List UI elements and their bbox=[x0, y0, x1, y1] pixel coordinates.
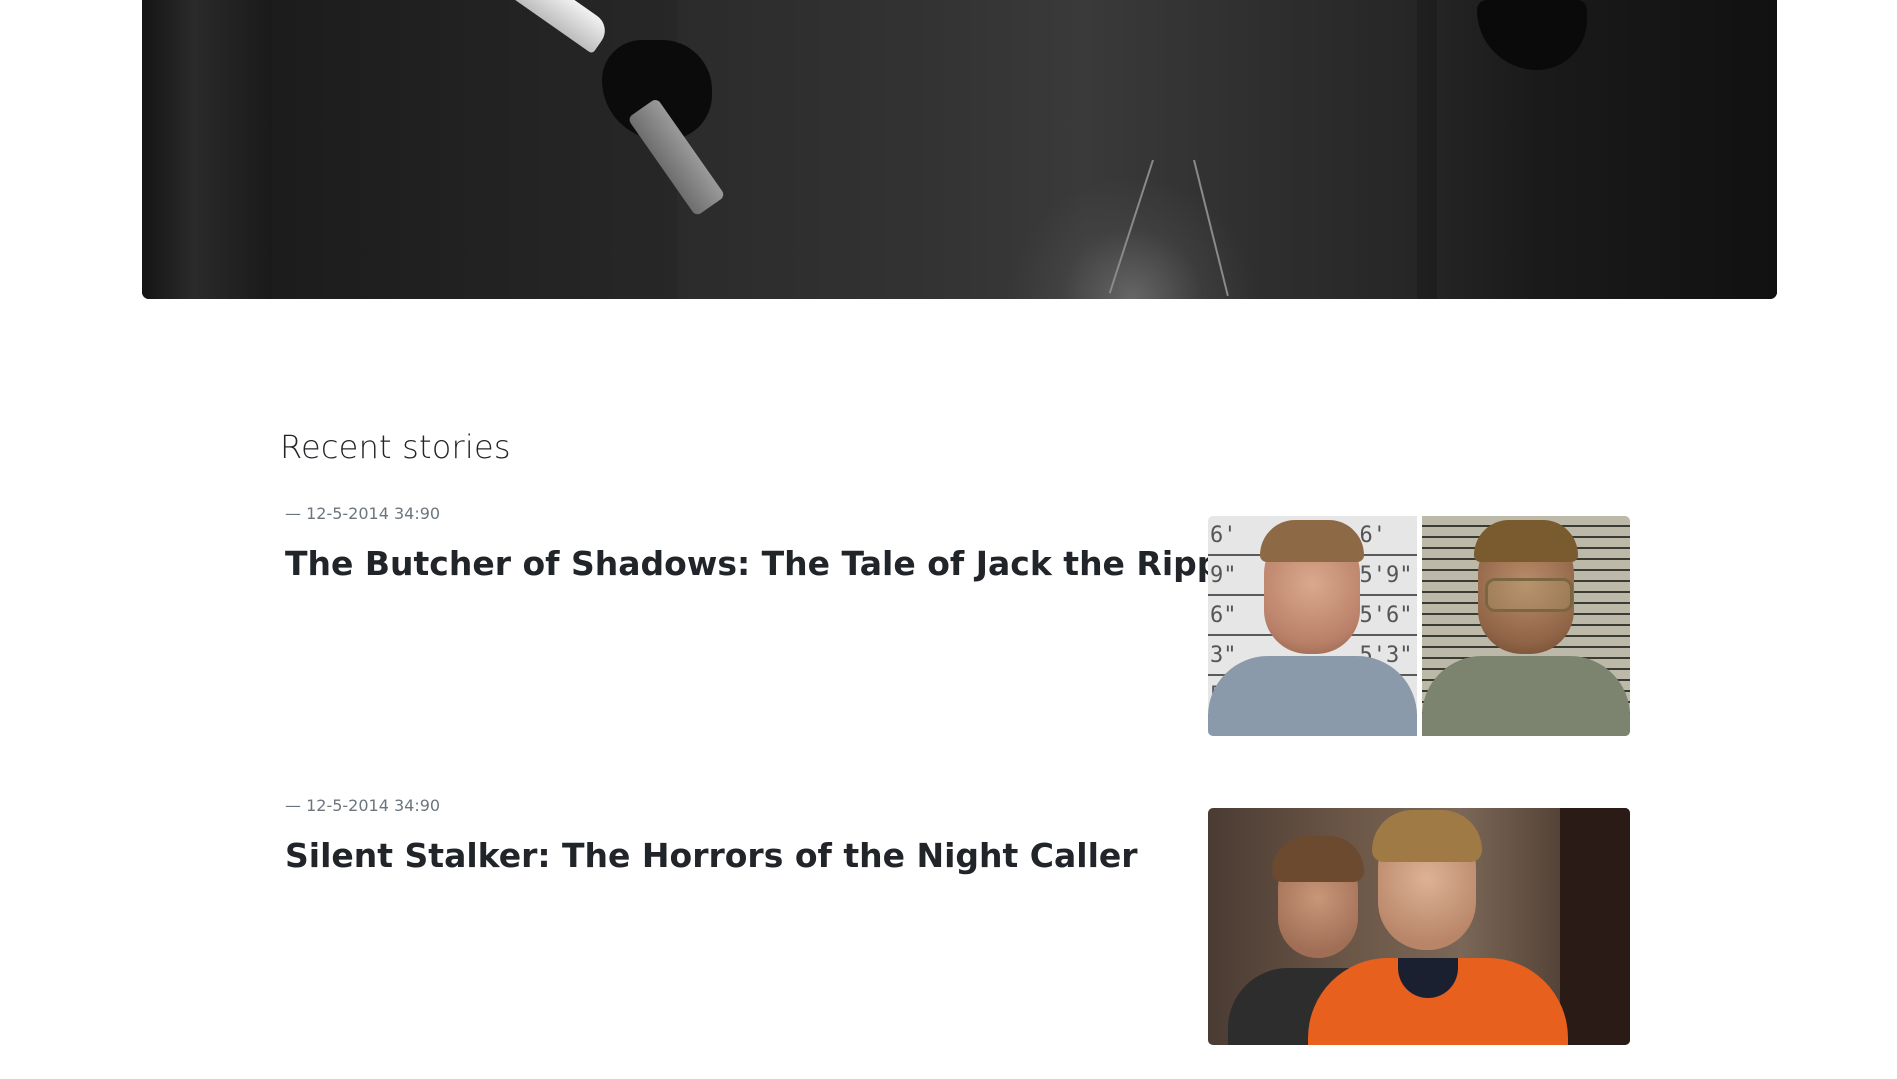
page: Recent stories — 12-5-2014 34:90 The But… bbox=[0, 0, 1897, 1079]
section-title: Recent stories bbox=[280, 428, 511, 466]
hero-curtain-left bbox=[142, 0, 272, 299]
knife-icon bbox=[502, 0, 612, 55]
mugshot-image: 6' 9" 6" 3" 5 6' 5'9" 5'6" 5'3" 5' bbox=[1208, 516, 1417, 736]
story-title-link[interactable]: The Butcher of Shadows: The Tale of Jack… bbox=[285, 544, 1259, 583]
story-thumbnail[interactable] bbox=[1208, 808, 1630, 1045]
story-date: — 12-5-2014 34:90 bbox=[285, 796, 441, 815]
story-title-link[interactable]: Silent Stalker: The Horrors of the Night… bbox=[285, 836, 1138, 875]
mugshot-image bbox=[1421, 516, 1630, 736]
story-date: — 12-5-2014 34:90 bbox=[285, 504, 441, 523]
hero-image bbox=[142, 0, 1777, 299]
story-thumbnail[interactable]: 6' 9" 6" 3" 5 6' 5'9" 5'6" 5'3" 5' bbox=[1208, 516, 1630, 736]
